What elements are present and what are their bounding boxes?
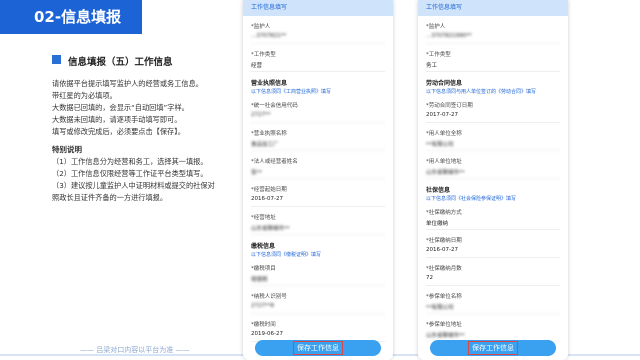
subsection-title: 劳动合同信息 bbox=[426, 80, 463, 87]
field-label: *劳动合同签订日期 bbox=[426, 103, 473, 109]
contract-date-field[interactable]: 2017-07-27 bbox=[426, 109, 560, 123]
credit-code-field[interactable]: 2727** bbox=[251, 109, 385, 123]
phone-screen-employment: 工作信息填写 *监护人 ...3707821990** *工作类型 务工 劳动合… bbox=[418, 0, 568, 360]
field-label: *经营地址 bbox=[251, 215, 276, 221]
field-label: *法人或经营者姓名 bbox=[251, 159, 298, 165]
business-address-field[interactable]: 山东省聊城市** bbox=[251, 221, 385, 235]
field-label: *纳税人识别号 bbox=[251, 294, 287, 300]
field-label: *统一社会信用代码 bbox=[251, 103, 298, 109]
field-label: *用人单位地址 bbox=[426, 159, 462, 165]
insured-employer-name-field[interactable]: **有限公司 bbox=[426, 300, 560, 314]
intro-line: 填写或修改完成后，必须要点击【保存】。 bbox=[52, 127, 185, 136]
form-header: 工作信息填写 bbox=[243, 0, 393, 16]
field-label: *经营起始日期 bbox=[251, 187, 287, 193]
field-label: *参保单位地址 bbox=[426, 322, 462, 328]
subsection-title: 营业执照信息 bbox=[251, 80, 288, 87]
subsection-hint: 以下信息须同《缴税证明》填写 bbox=[251, 252, 322, 258]
field-label: *社保缴纳日期 bbox=[426, 238, 462, 244]
form-header: 工作信息填写 bbox=[418, 0, 568, 16]
note-line: （3）建议按儿童监护人中证明材料或提交的社保对 bbox=[52, 181, 215, 190]
field-label: *参保单位名称 bbox=[426, 294, 462, 300]
field-label: *工作类型 bbox=[426, 52, 451, 58]
intro-line: 大数据未回填的，请逐项手动填写即可。 bbox=[52, 115, 182, 124]
work-type-field[interactable]: 经营 bbox=[251, 58, 385, 72]
business-start-date-field[interactable]: 2016-07-27 bbox=[251, 193, 385, 207]
save-work-info-button[interactable]: 保存工作信息 bbox=[255, 340, 381, 356]
highlight-box bbox=[468, 341, 518, 355]
tax-item-field[interactable]: 增值税 bbox=[251, 272, 385, 286]
save-work-info-button[interactable]: 保存工作信息 bbox=[430, 340, 556, 356]
subsection-hint: 以下信息须同《工商营业执照》填写 bbox=[251, 89, 332, 95]
note-line: 照政长且证件齐备的一方进行填报。 bbox=[52, 193, 168, 202]
phone-screen-business: 工作信息填写 *监护人 ...3707821** *工作类型 经营 营业执照信息… bbox=[243, 0, 393, 360]
intro-line: 请依据平台提示填写监护人的经营或务工信息。 bbox=[52, 79, 203, 88]
subsection-hint: 以下信息须同与用人单位签订的《劳动合同》填写 bbox=[426, 89, 537, 95]
section-title: 信息填报（五）工作信息 bbox=[52, 54, 242, 68]
field-label: *缴税时间 bbox=[251, 322, 276, 328]
insurance-method-field[interactable]: 单位缴纳 bbox=[426, 216, 560, 230]
section-banner: 02-信息填报 bbox=[0, 0, 142, 34]
employer-address-field[interactable]: 山东省聊城市** bbox=[426, 165, 560, 179]
field-label: *用人单位全称 bbox=[426, 131, 462, 137]
employer-name-field[interactable]: **有限公司 bbox=[426, 137, 560, 151]
section-title-text: 信息填报（五）工作信息 bbox=[68, 57, 173, 68]
field-label: *社保缴纳月数 bbox=[426, 266, 462, 272]
highlight-box bbox=[293, 341, 343, 355]
notes-title: 特别说明 bbox=[52, 145, 82, 154]
license-name-field[interactable]: 食品加工厂 bbox=[251, 137, 385, 151]
insurance-months-field[interactable]: 72 bbox=[426, 272, 560, 286]
instructions-panel: 信息填报（五）工作信息 请依据平台提示填写监护人的经营或务工信息。 带红星的为必… bbox=[52, 54, 242, 204]
subsection-title: 社保信息 bbox=[426, 187, 451, 194]
field-label: *监护人 bbox=[251, 24, 271, 30]
legal-person-field[interactable]: 张** bbox=[251, 165, 385, 179]
note-line: （1）工作信息分为经营和务工，选择其一填报。 bbox=[52, 157, 208, 166]
field-label: *营业执照名称 bbox=[251, 131, 287, 137]
form-body: *监护人 ...3707821990** *工作类型 务工 劳动合同信息 以下信… bbox=[418, 22, 568, 342]
intro-line: 带红星的为必填项。 bbox=[52, 91, 117, 100]
field-label: *监护人 bbox=[426, 24, 446, 30]
subsection-title: 缴税信息 bbox=[251, 243, 276, 250]
subsection-hint: 以下信息须同《社会保险参保证明》填写 bbox=[426, 196, 517, 202]
field-label: *社保缴纳方式 bbox=[426, 210, 462, 216]
field-label: *缴税项目 bbox=[251, 266, 276, 272]
guardian-field[interactable]: ...3707821990** bbox=[426, 30, 560, 44]
field-label: *工作类型 bbox=[251, 52, 276, 58]
insurance-date-field[interactable]: 2016-07-27 bbox=[426, 244, 560, 258]
note-line: （2）工作信息仅限经营等工作证平台类型填写。 bbox=[52, 169, 208, 178]
intro-line: 大数据已回填的，会显示“自动回填”字样。 bbox=[52, 103, 189, 112]
square-bullet-icon bbox=[52, 55, 61, 64]
work-type-field[interactable]: 务工 bbox=[426, 58, 560, 72]
form-body: *监护人 ...3707821** *工作类型 经营 营业执照信息 以下信息须同… bbox=[243, 22, 393, 342]
taxpayer-id-field[interactable]: 2727**8 bbox=[251, 300, 385, 314]
guardian-field[interactable]: ...3707821** bbox=[251, 30, 385, 44]
